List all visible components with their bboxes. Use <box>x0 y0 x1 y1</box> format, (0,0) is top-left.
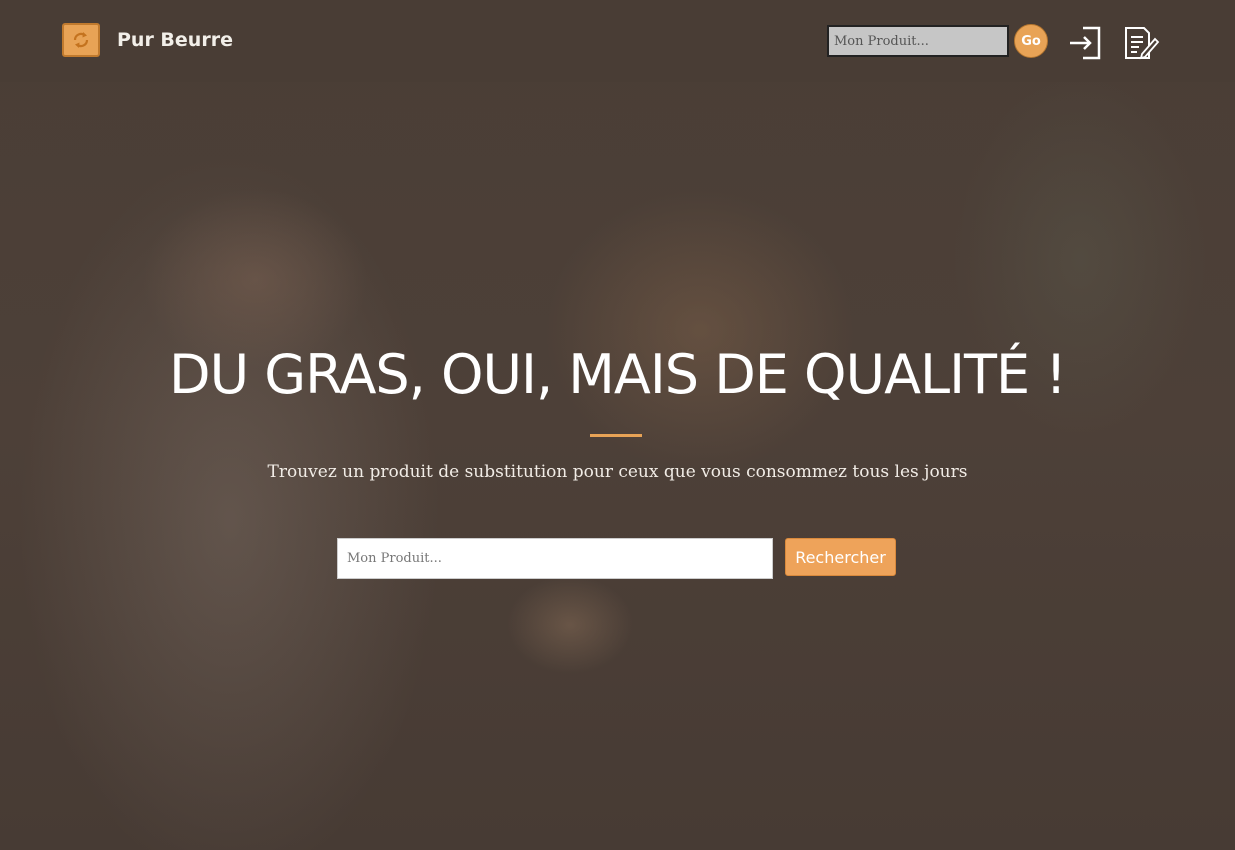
product-search-input[interactable] <box>337 538 773 579</box>
register-icon[interactable] <box>1122 24 1160 62</box>
hero-background-image <box>0 0 1235 850</box>
nav-search-input[interactable] <box>827 25 1009 57</box>
navbar: Pur Beurre Go <box>0 0 1235 82</box>
login-icon[interactable] <box>1067 24 1105 62</box>
title-divider <box>590 434 642 437</box>
brand-name: Pur Beurre <box>117 29 233 51</box>
hero-title: DU GRAS, OUI, MAIS DE QUALITÉ ! <box>169 343 1067 406</box>
brand[interactable]: Pur Beurre <box>62 23 233 57</box>
go-button[interactable]: Go <box>1014 24 1048 58</box>
recycle-arrows-icon <box>62 23 100 57</box>
hero-subtitle: Trouvez un produit de substitution pour … <box>267 462 968 482</box>
search-button[interactable]: Rechercher <box>785 538 896 576</box>
